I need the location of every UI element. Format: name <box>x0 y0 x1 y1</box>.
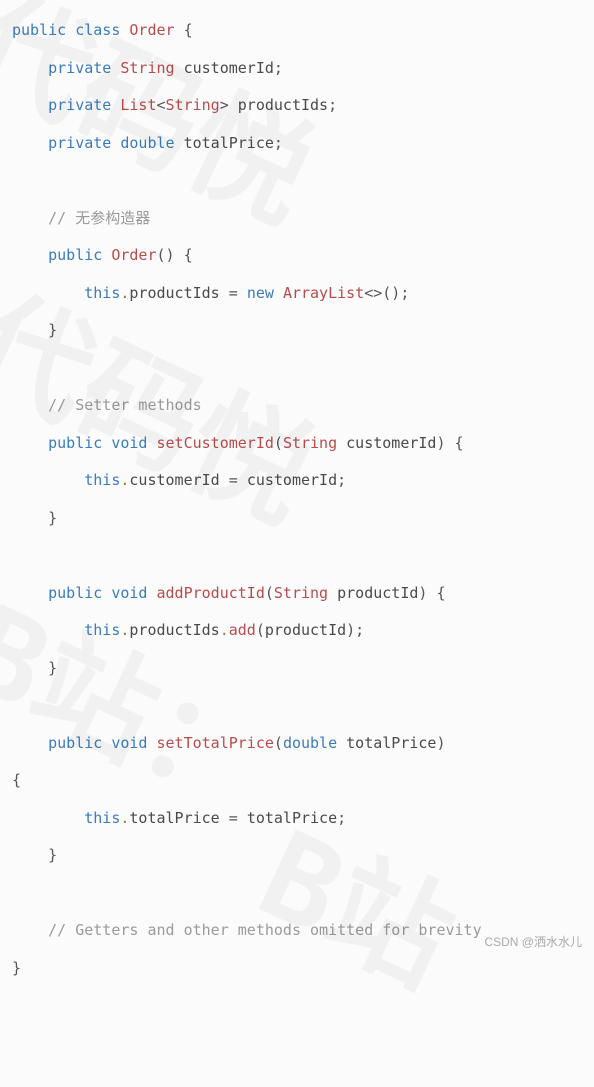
dot: . <box>220 621 229 639</box>
fn-add: add <box>229 621 256 639</box>
kw-void: void <box>111 584 147 602</box>
arg-productid: productId <box>265 621 346 639</box>
semi: ; <box>274 134 283 152</box>
space <box>274 284 283 302</box>
eq: = <box>220 284 247 302</box>
field-customerid: customerId <box>184 59 274 77</box>
comment-setters: // Setter methods <box>48 396 202 414</box>
arg-productid: productId <box>337 584 418 602</box>
comment-omitted: // Getters and other methods omitted for… <box>48 921 481 939</box>
field-total: totalPrice <box>184 134 274 152</box>
rparen-semi: ); <box>346 621 364 639</box>
kw-void: void <box>111 734 147 752</box>
kw-private: private <box>48 59 111 77</box>
ptype-double: double <box>283 734 337 752</box>
semi: ; <box>337 809 346 827</box>
brace-close: } <box>48 846 57 864</box>
kw-this: this <box>84 284 120 302</box>
type-string: String <box>283 434 337 452</box>
paren-semi: (); <box>382 284 409 302</box>
comment-noarg-ctor: // 无参构造器 <box>48 209 150 227</box>
rparen-brace: ) { <box>418 584 445 602</box>
kw-double: double <box>120 134 174 152</box>
kw-this: this <box>84 809 120 827</box>
ref-customerid: customerId <box>129 471 219 489</box>
kw-public: public <box>48 584 102 602</box>
rhs-customerid: customerId <box>247 471 337 489</box>
kw-void: void <box>111 434 147 452</box>
kw-new: new <box>247 284 274 302</box>
kw-class: class <box>75 21 120 39</box>
kw-this: this <box>84 621 120 639</box>
lparen: ( <box>265 584 274 602</box>
brace-close-final: } <box>12 959 21 977</box>
brace-close: } <box>48 509 57 527</box>
rparen-brace: ) { <box>436 434 463 452</box>
type-arraylist: ArrayList <box>283 284 364 302</box>
fn-setcustomerid: setCustomerId <box>157 434 274 452</box>
kw-private: private <box>48 96 111 114</box>
type-string: String <box>274 584 328 602</box>
footer-attribution: CSDN @洒水水儿 <box>484 927 582 957</box>
type-list: List <box>120 96 156 114</box>
ref-total: totalPrice <box>129 809 219 827</box>
ctor-order: Order <box>111 246 156 264</box>
lparen: ( <box>274 734 283 752</box>
kw-public: public <box>48 734 102 752</box>
type-string: String <box>120 59 174 77</box>
arg-total: totalPrice <box>346 734 436 752</box>
code-block: public class Order { private String cust… <box>12 12 582 987</box>
fn-addproductid: addProductId <box>157 584 265 602</box>
kw-public: public <box>48 246 102 264</box>
eq: = <box>220 809 247 827</box>
field-productids: productIds <box>238 96 328 114</box>
semi: ; <box>337 471 346 489</box>
type-order: Order <box>129 21 174 39</box>
kw-private: private <box>48 134 111 152</box>
brace-close: } <box>48 321 57 339</box>
lparen: ( <box>274 434 283 452</box>
rhs-total: totalPrice <box>247 809 337 827</box>
semi: ; <box>274 59 283 77</box>
kw-public: public <box>12 21 66 39</box>
fn-settotal: setTotalPrice <box>157 734 274 752</box>
ref-productids: productIds <box>129 621 219 639</box>
brace-close: } <box>48 659 57 677</box>
lparen: ( <box>256 621 265 639</box>
arg-customerid: customerId <box>346 434 436 452</box>
eq: = <box>220 471 247 489</box>
kw-this: this <box>84 471 120 489</box>
diamond: <> <box>364 284 382 302</box>
brace-open: { <box>184 21 193 39</box>
paren: () { <box>157 246 193 264</box>
gt: > <box>220 96 229 114</box>
ref-productids: productIds <box>129 284 219 302</box>
lt: < <box>157 96 166 114</box>
brace-open-wrapped: { <box>12 771 21 789</box>
semi: ; <box>328 96 337 114</box>
type-string: String <box>166 96 220 114</box>
kw-public: public <box>48 434 102 452</box>
rparen: ) <box>436 734 454 752</box>
